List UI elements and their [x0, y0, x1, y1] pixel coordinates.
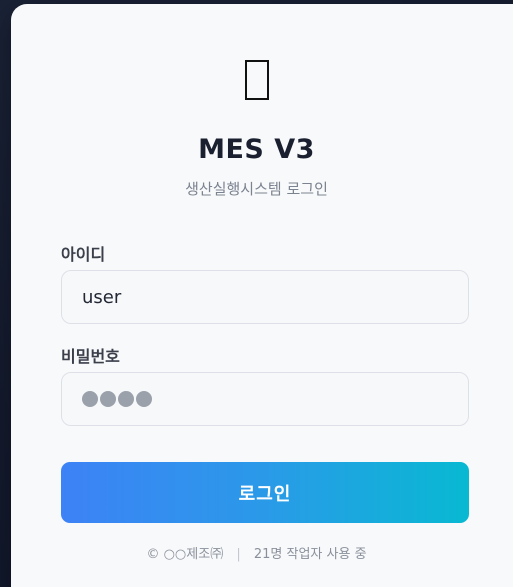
copyright-text: © ○○제조㈜ [146, 547, 224, 562]
app-title: MES V3 [198, 134, 315, 165]
login-button[interactable]: 로그인 [61, 462, 469, 523]
password-dot [82, 391, 98, 407]
password-dot [136, 391, 152, 407]
footer-separator: | [236, 547, 241, 562]
username-label: 아이디 [61, 245, 106, 264]
password-dot [100, 391, 116, 407]
password-mask [82, 391, 152, 407]
app-subtitle: 생산실행시스템 로그인 [185, 180, 328, 198]
footer: © ○○제조㈜ | 21명 작업자 사용 중 [0, 543, 513, 562]
login-screen: MES V3 생산실행시스템 로그인 아이디 user 비밀번호 로그인 © ○… [0, 0, 513, 587]
username-value: user [82, 286, 122, 308]
password-dot [118, 391, 134, 407]
app-logo [0, 60, 513, 104]
password-field[interactable] [61, 372, 469, 426]
username-field[interactable]: user [61, 270, 469, 324]
active-users-status: 21명 작업자 사용 중 [253, 547, 367, 562]
missing-glyph-icon [244, 60, 269, 100]
password-label: 비밀번호 [61, 347, 120, 366]
